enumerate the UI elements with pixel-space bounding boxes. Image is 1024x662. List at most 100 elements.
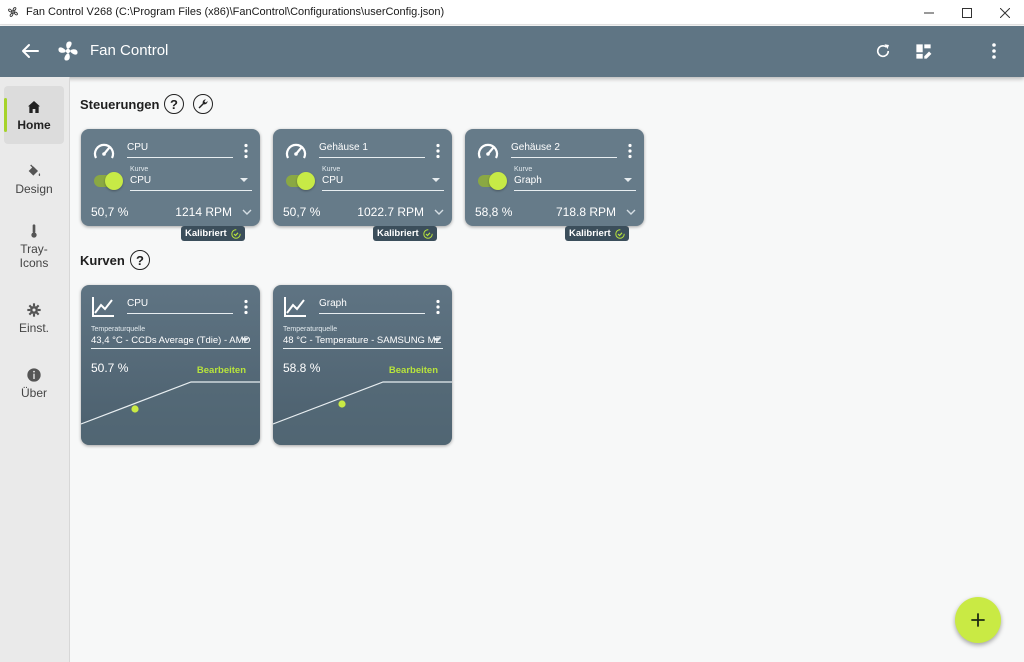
dashboard-edit-icon	[915, 43, 931, 59]
minimize-button[interactable]	[910, 0, 948, 25]
toggle-knob	[489, 172, 507, 190]
curve-select-label: Kurve	[322, 166, 341, 173]
calibrated-badge: Kalibriert	[565, 226, 629, 241]
chevron-down-icon[interactable]	[434, 208, 444, 216]
control-card-gehaeuse-1[interactable]: Gehäuse 1 Kurve CPU 50,7 % 1022.7 RPM	[273, 129, 452, 226]
badge-label: Kalibriert	[569, 228, 611, 239]
temperature-source-label: Temperaturquelle	[91, 326, 146, 333]
curve-name-field[interactable]: CPU	[127, 298, 233, 314]
curve-preview	[273, 381, 452, 445]
more-vert-icon[interactable]	[432, 299, 444, 315]
more-vert-icon[interactable]	[432, 143, 444, 159]
badge-label: Kalibriert	[377, 228, 419, 239]
edit-curve-button[interactable]: Bearbeiten	[389, 365, 438, 376]
window-title: Fan Control V268 (C:\Program Files (x86)…	[26, 6, 445, 18]
chevron-down-icon[interactable]	[242, 208, 252, 216]
window-titlebar: Fan Control V268 (C:\Program Files (x86)…	[0, 0, 1024, 25]
control-name-field[interactable]: Gehäuse 1	[319, 142, 425, 158]
sidebar-item-label: Tray- Icons	[19, 241, 49, 270]
more-vert-icon[interactable]	[240, 299, 252, 315]
sidebar-item-design[interactable]: Design	[4, 150, 64, 208]
sidebar-item-settings[interactable]: Einst.	[4, 289, 64, 347]
check-circle-icon	[423, 228, 433, 239]
maximize-button[interactable]	[948, 0, 986, 25]
control-card-gehaeuse-2[interactable]: Gehäuse 2 Kurve Graph 58,8 % 718.8 RPM	[465, 129, 644, 226]
enable-toggle[interactable]	[478, 172, 507, 190]
sidebar-item-tray-icons[interactable]: Tray- Icons	[4, 213, 64, 279]
sidebar-item-label: Einst.	[18, 320, 49, 335]
fan-percent: 50,7 %	[283, 205, 321, 219]
curve-card-graph[interactable]: Graph Temperaturquelle 48 °C - Temperatu…	[273, 285, 452, 445]
sidebar-item-label: Home	[17, 117, 51, 132]
add-button[interactable]	[955, 597, 1001, 643]
dropdown-caret-icon	[433, 338, 441, 342]
curves-section-title: Kurven	[80, 253, 125, 268]
curve-select[interactable]: CPU	[130, 175, 252, 191]
fan-icon	[58, 41, 78, 61]
curve-card-cpu[interactable]: CPU Temperaturquelle 43,4 °C - CCDs Aver…	[81, 285, 260, 445]
sidebar-item-label: Über	[20, 385, 47, 400]
more-options-button[interactable]	[982, 39, 1006, 63]
line-chart-icon	[284, 297, 306, 317]
control-card-cpu[interactable]: CPU Kurve CPU 50,7 % 1214 RPM	[81, 129, 260, 226]
curve-current-point	[338, 400, 346, 408]
control-name-field[interactable]: CPU	[127, 142, 233, 158]
dashboard-edit-button[interactable]	[911, 39, 935, 63]
gauge-icon	[285, 143, 307, 159]
sidebar-item-about[interactable]: Über	[4, 354, 64, 412]
fan-rpm: 1214 RPM	[175, 205, 232, 219]
temperature-source-label: Temperaturquelle	[283, 326, 338, 333]
temperature-source-select[interactable]: 43,4 °C - CCDs Average (Tdie) - AMD	[91, 335, 251, 349]
sidebar-item-label: Design	[15, 181, 53, 196]
curve-select[interactable]: CPU	[322, 175, 444, 191]
control-name-field[interactable]: Gehäuse 2	[511, 142, 617, 158]
refresh-icon	[876, 44, 890, 58]
toggle-knob	[105, 172, 123, 190]
close-icon	[1000, 7, 1010, 18]
chevron-down-icon[interactable]	[626, 208, 636, 216]
sidebar: Home Design Tray- Icons Einst. Über	[0, 77, 70, 662]
curve-select[interactable]: Graph	[514, 175, 636, 191]
curve-select-value: CPU	[322, 175, 344, 186]
app-title: Fan Control	[90, 42, 169, 59]
toggle-knob	[297, 172, 315, 190]
gauge-icon	[93, 143, 115, 159]
fan-percent: 50,7 %	[91, 205, 129, 219]
calibrated-badge: Kalibriert	[181, 226, 245, 241]
controls-settings-button[interactable]	[193, 94, 213, 114]
more-vert-icon[interactable]	[624, 143, 636, 159]
help-icon: ?	[136, 252, 144, 268]
active-indicator	[4, 98, 7, 132]
wrench-icon	[198, 99, 208, 109]
back-arrow-icon[interactable]	[18, 39, 42, 63]
close-button[interactable]	[986, 0, 1024, 25]
curve-percent: 50.7 %	[91, 361, 129, 375]
more-vert-icon[interactable]	[240, 143, 252, 159]
badge-label: Kalibriert	[185, 228, 227, 239]
fan-rpm: 718.8 RPM	[555, 205, 616, 219]
thermometer-icon	[31, 223, 37, 238]
controls-help-button[interactable]: ?	[164, 94, 184, 114]
info-icon	[27, 367, 41, 382]
enable-toggle[interactable]	[94, 172, 123, 190]
maximize-icon	[962, 7, 972, 18]
edit-curve-button[interactable]: Bearbeiten	[197, 365, 246, 376]
temperature-source-select[interactable]: 48 °C - Temperature - SAMSUNG MZ	[283, 335, 443, 349]
enable-toggle[interactable]	[286, 172, 315, 190]
curve-name-field[interactable]: Graph	[319, 298, 425, 314]
sidebar-item-home[interactable]: Home	[4, 86, 64, 144]
refresh-button[interactable]	[871, 39, 895, 63]
curve-select-value: Graph	[514, 175, 542, 186]
curves-help-button[interactable]: ?	[130, 250, 150, 270]
check-circle-icon	[231, 228, 241, 239]
gauge-icon	[477, 143, 499, 159]
curve-preview	[81, 381, 260, 445]
minimize-icon	[924, 12, 934, 13]
line-chart-icon	[92, 297, 114, 317]
curve-select-value: CPU	[130, 175, 152, 186]
controls-section-title: Steuerungen	[80, 97, 160, 112]
dropdown-caret-icon	[432, 178, 440, 182]
fan-icon	[8, 7, 18, 17]
fan-percent: 58,8 %	[475, 205, 513, 219]
curve-select-label: Kurve	[130, 166, 149, 173]
